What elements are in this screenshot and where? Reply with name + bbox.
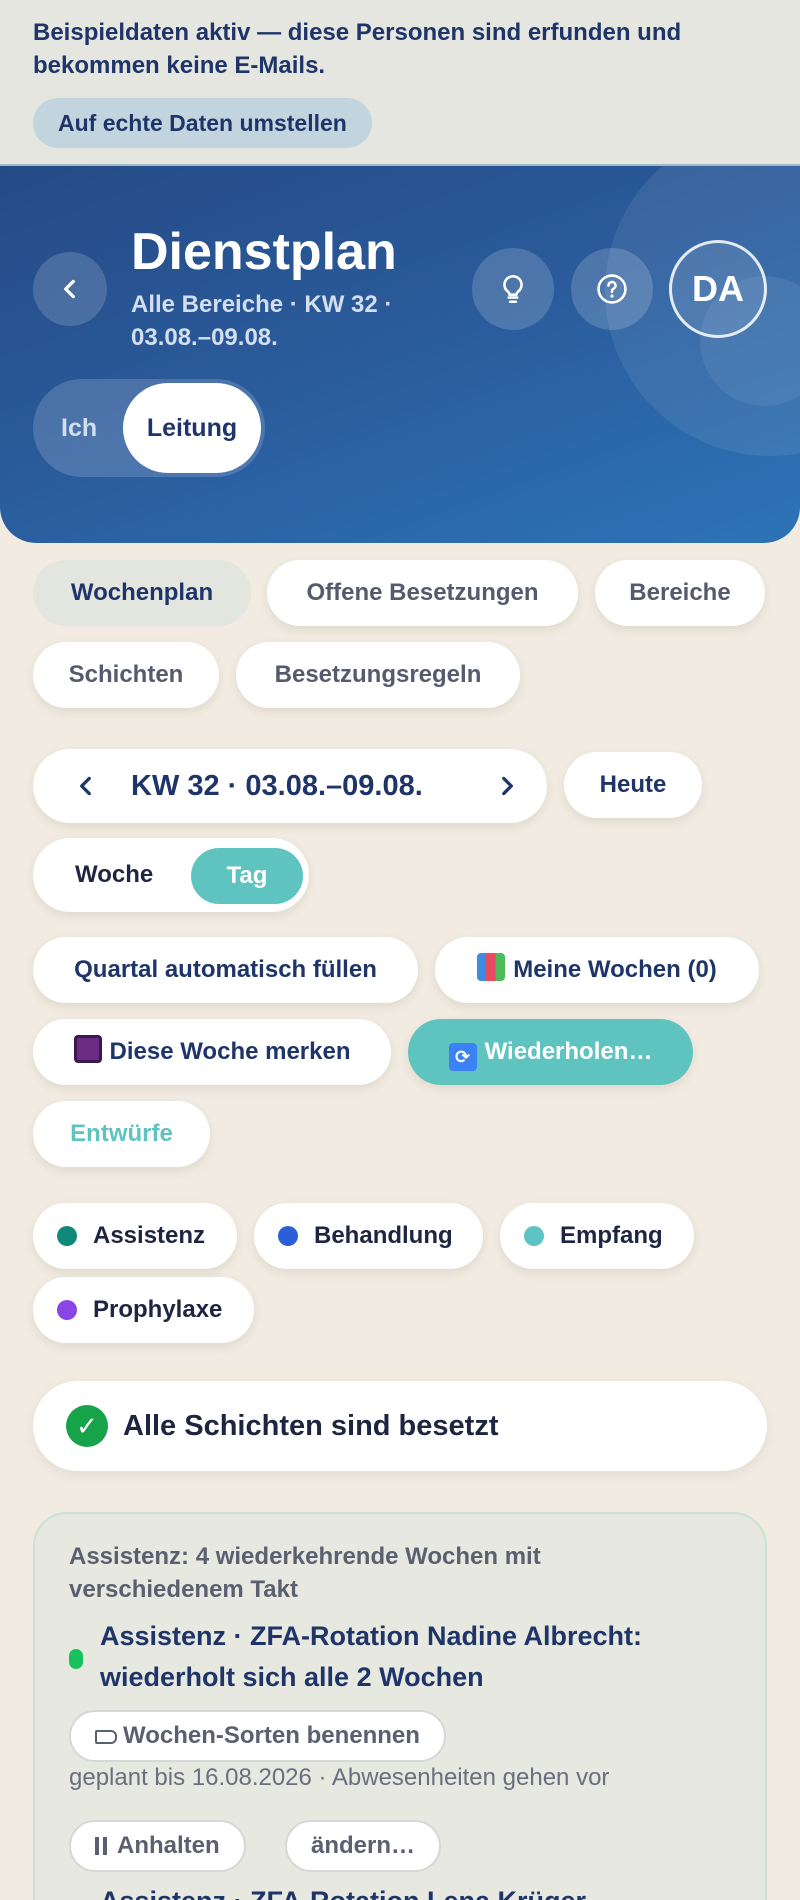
user-avatar[interactable]: DA xyxy=(669,240,767,338)
name-week-sorts-button[interactable]: Wochen-Sorten benennen xyxy=(69,1710,446,1762)
label-tag-icon xyxy=(95,1730,117,1744)
recurring-item-planned: geplant bis 16.08.2026 · Abwesenheiten g… xyxy=(69,1764,610,1791)
tab-besetzungsregeln[interactable]: Besetzungsregeln xyxy=(236,642,520,708)
pause-icon xyxy=(95,1837,107,1855)
remember-week-label: Diese Woche merken xyxy=(109,1038,351,1065)
drafts-button[interactable]: Entwürfe xyxy=(33,1101,210,1167)
floppy-disk-icon xyxy=(73,1035,102,1063)
recurring-weeks-header: Assistenz: 4 wiederkehrende Wochen mit v… xyxy=(69,1543,541,1603)
demo-banner-message: Beispieldaten aktiv — diese Personen sin… xyxy=(33,19,682,79)
recurring-weeks-card: Assistenz: 4 wiederkehrende Wochen mit v… xyxy=(33,1512,767,1900)
legend-label: Behandlung xyxy=(314,1222,453,1249)
repeat-button[interactable]: ⟳ Wiederholen… xyxy=(408,1019,693,1085)
legend-item-empfang: Empfang xyxy=(500,1203,694,1269)
switch-to-real-data-button[interactable]: Auf echte Daten umstellen xyxy=(33,98,372,148)
page-title: Dienstplan xyxy=(131,223,397,281)
legend-label: Empfang xyxy=(560,1222,663,1249)
name-week-sorts-label: Wochen-Sorten benennen xyxy=(123,1722,420,1749)
role-toggle: Ich Leitung xyxy=(33,379,265,477)
tab-offene-besetzungen[interactable]: Offene Besetzungen xyxy=(267,560,578,626)
recurring-next-item-title: Assistenz · ZFA-Rotation Lena Krüger xyxy=(100,1886,586,1900)
legend-dot-empfang xyxy=(524,1226,544,1246)
tab-wochenplan[interactable]: Wochenplan xyxy=(33,560,251,626)
view-toggle: Woche Tag xyxy=(33,838,309,912)
lightbulb-icon xyxy=(503,274,523,304)
role-option-ich[interactable]: Ich xyxy=(61,379,97,477)
previous-week-button[interactable] xyxy=(67,767,105,805)
coverage-status-card: ✓ Alle Schichten sind besetzt xyxy=(33,1381,767,1471)
legend-item-behandlung: Behandlung xyxy=(254,1203,483,1269)
autofill-quarter-label: Quartal automatisch füllen xyxy=(74,956,377,983)
week-navigator: KW 32 · 03.08.–09.08. xyxy=(33,749,547,823)
chevron-left-icon xyxy=(80,776,91,796)
today-button[interactable]: Heute xyxy=(564,752,702,818)
pause-button[interactable]: Anhalten xyxy=(69,1820,246,1872)
remember-week-button[interactable]: Diese Woche merken xyxy=(33,1019,391,1085)
legend-item-assistenz: Assistenz xyxy=(33,1203,237,1269)
view-option-tag[interactable]: Tag xyxy=(191,848,303,904)
legend-dot-assistenz xyxy=(57,1226,77,1246)
coverage-status-text: Alle Schichten sind besetzt xyxy=(123,1410,499,1442)
page-subtitle: Alle Bereiche · KW 32 · 03.08.–09.08. xyxy=(131,291,393,351)
legend-dot-prophylaxe xyxy=(57,1300,77,1320)
legend-dot-behandlung xyxy=(278,1226,298,1246)
drafts-label: Entwürfe xyxy=(70,1120,173,1147)
edit-button[interactable]: ändern… xyxy=(285,1820,442,1872)
help-icon xyxy=(597,274,627,304)
back-button[interactable] xyxy=(33,252,107,326)
my-weeks-label: Meine Wochen (0) xyxy=(513,956,717,983)
week-label: KW 32 · 03.08.–09.08. xyxy=(131,770,423,802)
repeat-icon: ⟳ xyxy=(448,1043,477,1071)
role-option-leitung[interactable]: Leitung xyxy=(123,383,261,473)
books-icon xyxy=(477,953,506,981)
chevron-left-icon xyxy=(64,279,75,299)
next-week-button[interactable] xyxy=(488,767,526,805)
page-header: Dienstplan Alle Bereiche · KW 32 · 03.08… xyxy=(0,166,800,543)
tab-schichten[interactable]: Schichten xyxy=(33,642,219,708)
legend-item-prophylaxe: Prophylaxe xyxy=(33,1277,254,1343)
chevron-right-icon xyxy=(502,776,513,796)
my-weeks-button[interactable]: Meine Wochen (0) xyxy=(435,937,759,1003)
pause-label: Anhalten xyxy=(117,1832,220,1859)
tips-button[interactable] xyxy=(472,248,554,330)
autofill-quarter-button[interactable]: Quartal automatisch füllen xyxy=(33,937,418,1003)
view-option-woche[interactable]: Woche xyxy=(75,838,153,912)
legend-label: Prophylaxe xyxy=(93,1296,223,1323)
repeat-label: Wiederholen… xyxy=(484,1038,653,1065)
recurring-item-title: Assistenz · ZFA-Rotation Nadine Albrecht… xyxy=(100,1621,643,1692)
check-icon: ✓ xyxy=(66,1405,108,1447)
legend-label: Assistenz xyxy=(93,1222,206,1249)
area-color-marker xyxy=(69,1649,83,1669)
help-button[interactable] xyxy=(571,248,653,330)
tab-bereiche[interactable]: Bereiche xyxy=(595,560,765,626)
demo-data-banner: Beispieldaten aktiv — diese Personen sin… xyxy=(0,0,800,166)
